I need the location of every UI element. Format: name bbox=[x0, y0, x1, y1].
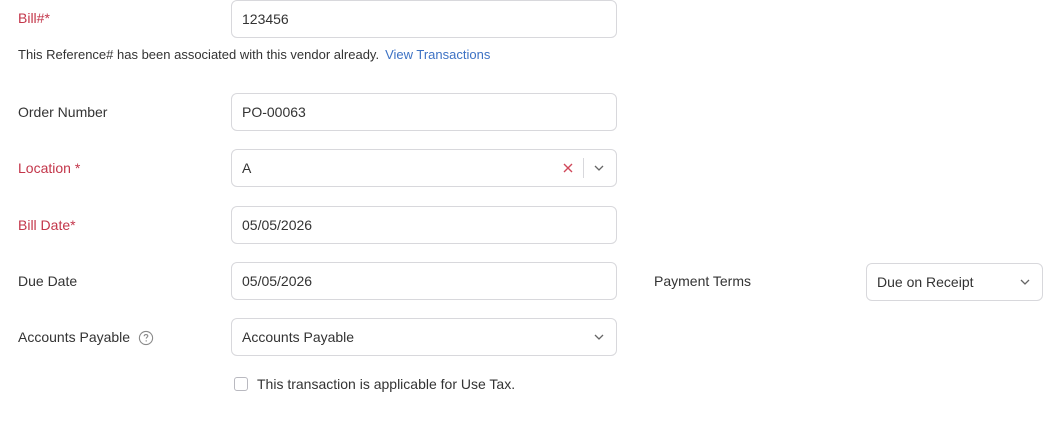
chevron-down-icon bbox=[592, 330, 606, 344]
order-number-label: Order Number bbox=[18, 104, 108, 120]
location-label: Location * bbox=[18, 160, 81, 176]
due-date-label: Due Date bbox=[18, 273, 78, 289]
question-circle-icon[interactable] bbox=[138, 330, 154, 346]
reference-warning: This Reference# has been associated with… bbox=[18, 47, 490, 62]
accounts-payable-value: Accounts Payable bbox=[242, 329, 355, 345]
bill-date-input[interactable]: 05/05/2026 bbox=[231, 206, 617, 244]
bill-number-input[interactable]: 123456 bbox=[231, 0, 617, 38]
close-icon[interactable] bbox=[561, 161, 575, 175]
use-tax-option[interactable]: This transaction is applicable for Use T… bbox=[234, 376, 515, 392]
reference-warning-text: This Reference# has been associated with… bbox=[18, 47, 380, 62]
payment-terms-select[interactable]: Due on Receipt bbox=[866, 263, 1043, 301]
accounts-payable-label-row: Accounts Payable bbox=[18, 329, 154, 346]
chevron-down-icon[interactable] bbox=[592, 161, 606, 175]
view-transactions-link[interactable]: View Transactions bbox=[385, 47, 490, 62]
location-select[interactable]: A bbox=[231, 149, 617, 187]
accounts-payable-select[interactable]: Accounts Payable bbox=[231, 318, 617, 356]
payment-terms-label: Payment Terms bbox=[654, 273, 751, 289]
order-number-input[interactable]: PO-00063 bbox=[231, 93, 617, 131]
due-date-value: 05/05/2026 bbox=[242, 273, 313, 289]
use-tax-label: This transaction is applicable for Use T… bbox=[257, 376, 516, 392]
bill-number-label: Bill#* bbox=[18, 10, 50, 26]
chevron-down-icon bbox=[1018, 275, 1032, 289]
due-date-input[interactable]: 05/05/2026 bbox=[231, 262, 617, 300]
payment-terms-value: Due on Receipt bbox=[877, 274, 974, 290]
location-divider bbox=[583, 158, 584, 178]
location-value: A bbox=[242, 160, 252, 176]
accounts-payable-label: Accounts Payable bbox=[18, 329, 131, 345]
order-number-value: PO-00063 bbox=[242, 104, 306, 120]
use-tax-checkbox[interactable] bbox=[234, 377, 248, 391]
bill-number-value: 123456 bbox=[242, 11, 289, 27]
bill-date-value: 05/05/2026 bbox=[242, 217, 313, 233]
bill-date-label: Bill Date* bbox=[18, 217, 76, 233]
